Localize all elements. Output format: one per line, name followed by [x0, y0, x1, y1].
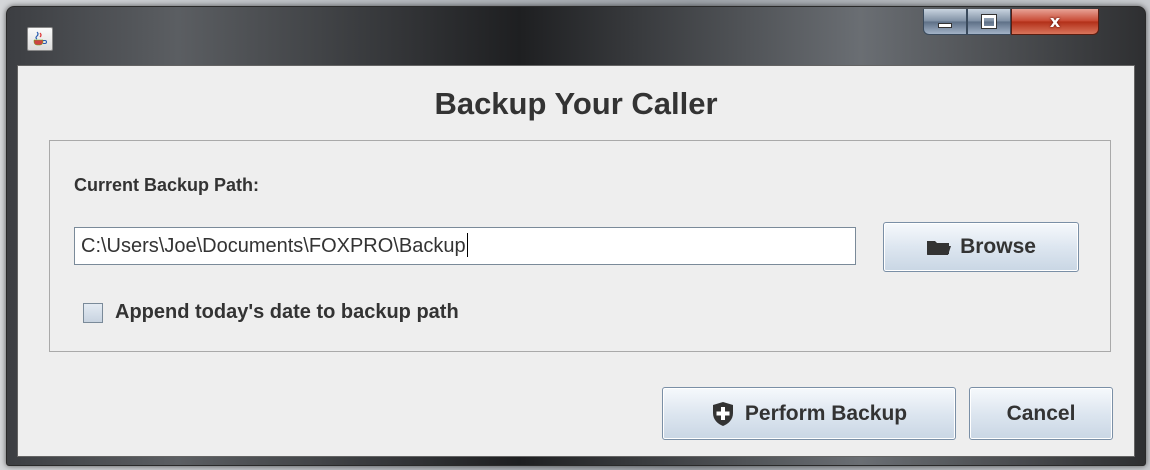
close-button[interactable]: x [1011, 9, 1099, 35]
backup-path-value: C:\Users\Joe\Documents\FOXPRO\Backup [81, 235, 466, 257]
maximize-button[interactable] [967, 9, 1011, 35]
append-date-label: Append today's date to backup path [115, 301, 459, 323]
dialog-window: x Backup Your Caller Current Backup Path… [6, 6, 1146, 466]
cancel-button[interactable]: Cancel [969, 387, 1113, 440]
cancel-button-label: Cancel [1006, 401, 1076, 425]
folder-icon [926, 238, 952, 256]
dialog-title: Backup Your Caller [434, 86, 718, 121]
minimize-button[interactable] [923, 9, 967, 35]
perform-backup-button[interactable]: Perform Backup [662, 387, 956, 440]
close-icon: x [1049, 12, 1061, 31]
append-date-checkbox[interactable] [83, 302, 103, 323]
maximize-icon [981, 14, 997, 29]
browse-button[interactable]: Browse [883, 222, 1079, 272]
perform-backup-label: Perform Backup [744, 401, 908, 425]
current-backup-path-label: Current Backup Path: [74, 175, 260, 195]
text-caret [466, 233, 468, 257]
backup-path-panel: Current Backup Path: C:\Users\Joe\Docume… [49, 140, 1111, 352]
shield-plus-icon [711, 401, 735, 427]
title-bar[interactable]: x [7, 7, 1145, 65]
minimize-icon [938, 23, 952, 28]
dialog-content: Backup Your Caller Current Backup Path: … [17, 65, 1135, 457]
backup-path-input[interactable]: C:\Users\Joe\Documents\FOXPRO\Backup [74, 227, 856, 265]
window-controls: x [923, 9, 1099, 35]
browse-button-label: Browse [960, 235, 1036, 258]
java-cup-icon [27, 27, 53, 51]
append-date-option[interactable]: Append today's date to backup path [83, 301, 459, 324]
